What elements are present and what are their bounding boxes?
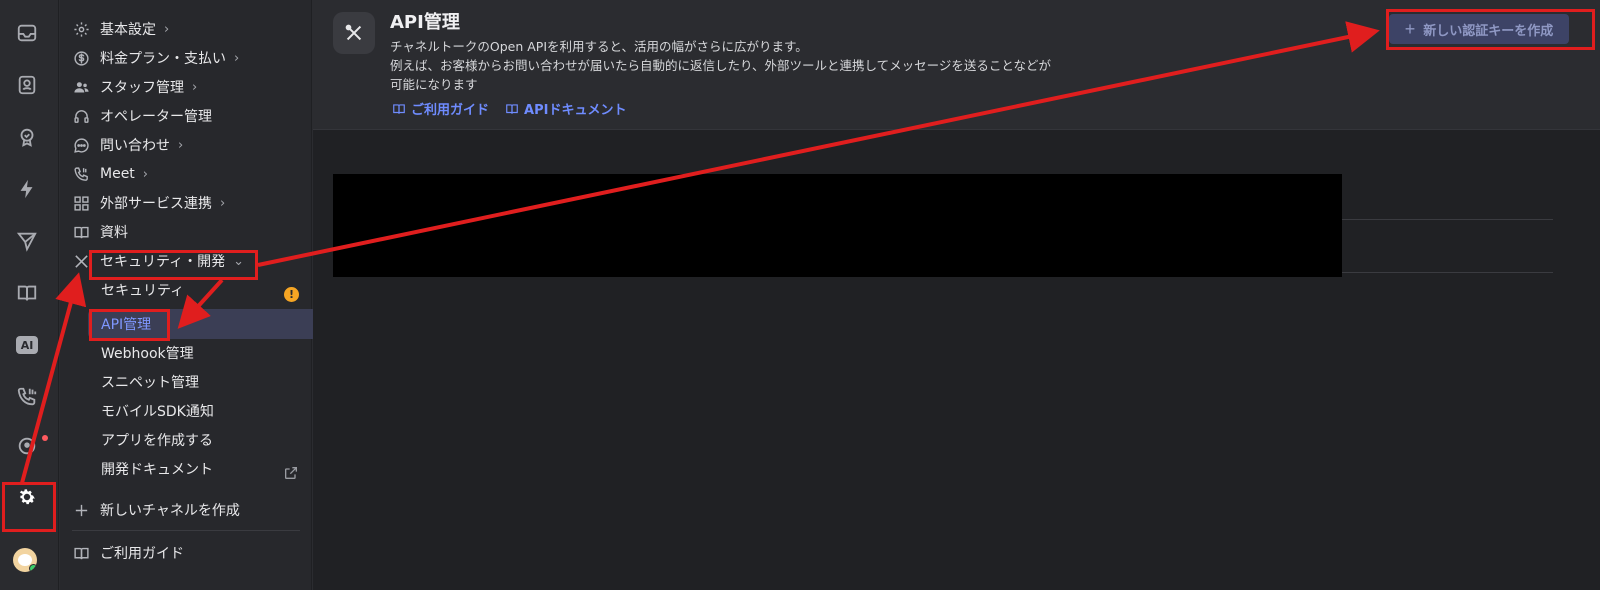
- sub-item-dev-docs[interactable]: 開発ドキュメント: [101, 456, 213, 482]
- chevron-right-icon: ›: [192, 79, 198, 95]
- page-title: API管理: [390, 12, 460, 33]
- sub-item-snippet[interactable]: スニペット管理: [101, 369, 199, 395]
- page-header: API管理 チャネルトークのOpen APIを利用すると、活用の幅がさらに広がり…: [313, 0, 1600, 130]
- phone-icon: [72, 165, 90, 183]
- send-icon[interactable]: [12, 226, 42, 256]
- list-divider: [1318, 219, 1553, 220]
- nav-item-label: 基本設定: [100, 22, 156, 38]
- warning-badge: !: [284, 287, 299, 302]
- badge-icon[interactable]: [12, 122, 42, 152]
- tools-icon: [72, 252, 90, 270]
- sub-item-webhook[interactable]: Webhook管理: [101, 340, 194, 366]
- tools-icon: [333, 12, 375, 54]
- settings-nav: 基本設定 › 料金プラン・支払い › スタッフ管理 › オペレーター管理 問い合わせ ›…: [60, 0, 366, 590]
- nav-item-integrations[interactable]: 外部サービス連携 ›: [72, 190, 225, 216]
- headset-icon: [72, 107, 90, 125]
- bolt-icon[interactable]: [12, 174, 42, 204]
- nav-item-meet[interactable]: Meet ›: [72, 161, 148, 187]
- chevron-right-icon: ›: [234, 50, 240, 66]
- book-icon: [393, 103, 405, 114]
- external-link-icon: [283, 465, 299, 481]
- chat-bubble-icon[interactable]: [12, 431, 42, 461]
- book-icon[interactable]: [12, 278, 42, 308]
- nav-item-label: Meet: [100, 166, 135, 182]
- guide-link[interactable]: ご利用ガイド: [392, 99, 489, 118]
- nav-item-label: スタッフ管理: [100, 80, 184, 96]
- nav-item-label: オペレーター管理: [100, 109, 212, 125]
- book-icon: [506, 103, 518, 114]
- sub-item-mobile-sdk[interactable]: モバイルSDK通知: [101, 398, 214, 424]
- chevron-right-icon: ›: [164, 21, 170, 37]
- book-icon: [72, 544, 90, 562]
- create-auth-key-button[interactable]: + 新しい認証キーを作成: [1389, 14, 1569, 44]
- chat-icon: [72, 136, 90, 154]
- nav-item-label: 外部サービス連携: [100, 196, 212, 212]
- sub-item-create-app[interactable]: アプリを作成する: [101, 427, 213, 453]
- grid-icon: [72, 194, 90, 212]
- nav-item-label: 資料: [100, 225, 128, 241]
- page-description: チャネルトークのOpen APIを利用すると、活用の幅がさらに広がります。 例え…: [390, 39, 1052, 92]
- nav-item-basic-settings[interactable]: 基本設定 ›: [72, 16, 169, 42]
- nav-item-label: セキュリティ・開発: [100, 254, 226, 270]
- nav-item-label: 料金プラン・支払い: [100, 51, 226, 67]
- gear-icon[interactable]: [12, 482, 42, 512]
- notification-dot: [42, 435, 48, 441]
- dollar-icon: [72, 49, 90, 67]
- sub-item-api-management[interactable]: API管理: [101, 311, 151, 337]
- sub-item-security[interactable]: セキュリティ: [101, 277, 184, 303]
- nav-item-inquiry[interactable]: 問い合わせ ›: [72, 132, 183, 158]
- nav-item-billing[interactable]: 料金プラン・支払い ›: [72, 45, 239, 71]
- avatar[interactable]: [13, 548, 37, 572]
- ai-icon[interactable]: AI: [12, 330, 42, 360]
- nav-item-label: 問い合わせ: [100, 138, 170, 154]
- api-docs-link[interactable]: APIドキュメント: [505, 99, 626, 118]
- main-content: API管理 チャネルトークのOpen APIを利用すると、活用の幅がさらに広がり…: [313, 0, 1600, 590]
- nav-item-operator[interactable]: オペレーター管理: [72, 103, 212, 129]
- chevron-right-icon: ›: [142, 166, 148, 182]
- plus-icon: +: [1404, 18, 1416, 39]
- chevron-down-icon: ⌄: [233, 253, 245, 269]
- icon-rail: AI: [0, 0, 59, 590]
- list-divider: [1318, 272, 1553, 273]
- chevron-right-icon: ›: [220, 195, 226, 211]
- book-icon: [72, 223, 90, 241]
- nav-item-security-dev[interactable]: セキュリティ・開発 ⌄: [72, 248, 244, 274]
- inbox-icon[interactable]: [12, 18, 42, 48]
- contacts-icon[interactable]: [12, 70, 42, 100]
- redacted-area: [333, 174, 1342, 277]
- create-channel-button[interactable]: 新しいチャネルを作成: [72, 497, 240, 523]
- phone-icon[interactable]: [12, 382, 42, 412]
- nav-divider: [72, 530, 300, 531]
- online-status-dot: [29, 564, 37, 572]
- people-icon: [72, 78, 90, 96]
- chevron-right-icon: ›: [178, 137, 184, 153]
- gear-icon: [72, 20, 90, 38]
- header-links: ご利用ガイド APIドキュメント: [392, 99, 626, 118]
- nav-item-staff[interactable]: スタッフ管理 ›: [72, 74, 197, 100]
- nav-item-documents[interactable]: 資料: [72, 219, 128, 245]
- plus-icon: [72, 501, 90, 519]
- nav-item-guide[interactable]: ご利用ガイド: [72, 540, 184, 566]
